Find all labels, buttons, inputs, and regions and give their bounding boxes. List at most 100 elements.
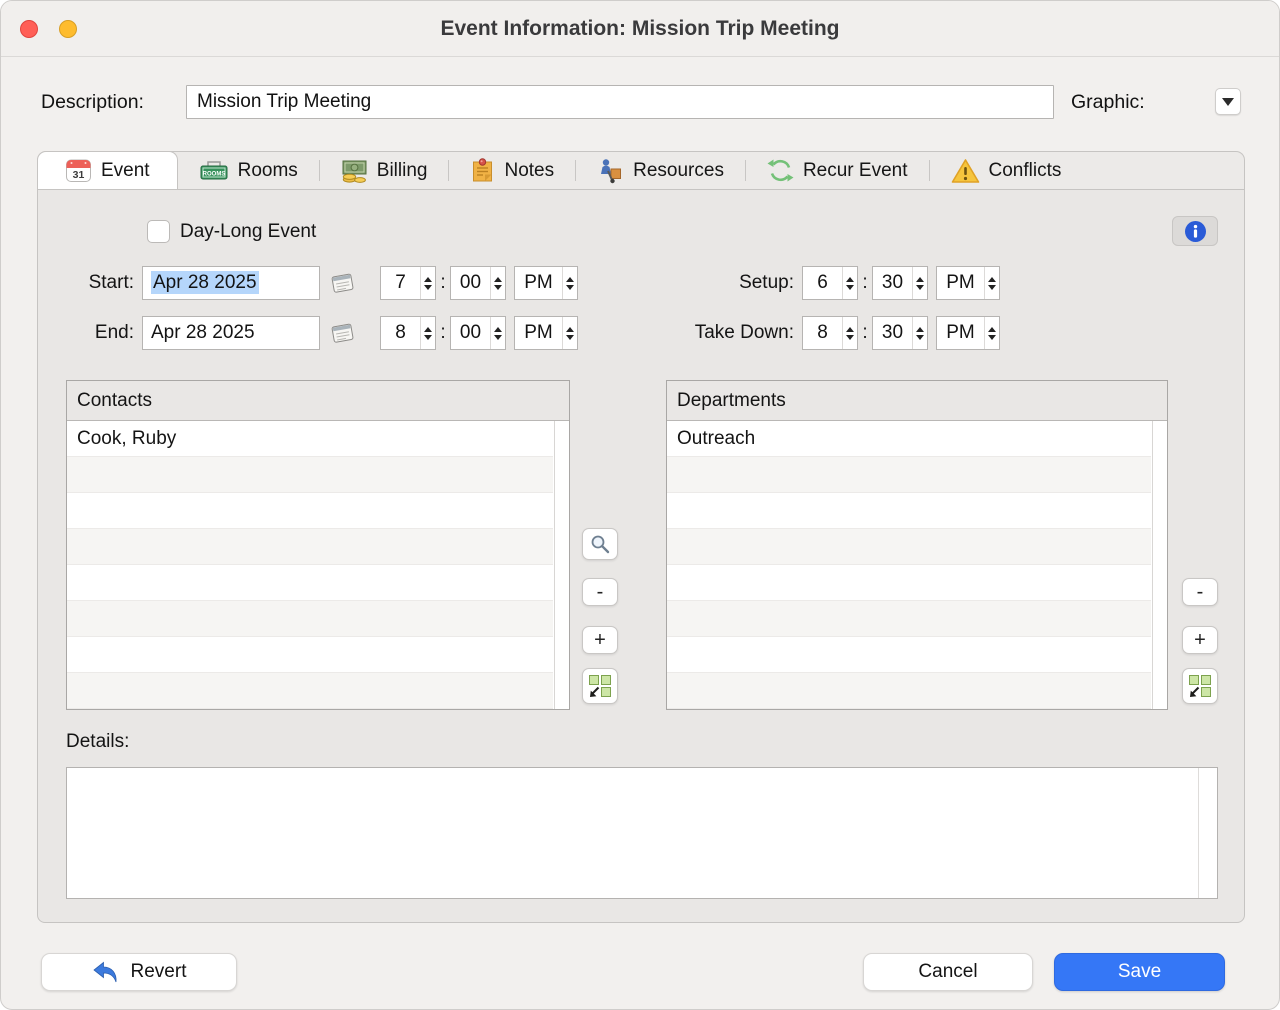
close-button[interactable]	[20, 20, 38, 38]
setup-meridiem-value: PM	[937, 267, 984, 299]
svg-text:ROOMS: ROOMS	[202, 172, 225, 178]
start-date-value: Apr 28 2025	[151, 271, 259, 294]
list-row-empty	[667, 493, 1151, 529]
info-button[interactable]	[1172, 216, 1218, 246]
departments-scrollbar[interactable]	[1152, 421, 1167, 709]
calendar-icon: 31	[65, 157, 92, 184]
description-input[interactable]	[186, 85, 1054, 119]
undo-arrow-icon	[92, 961, 119, 983]
contacts-add-button[interactable]: +	[582, 626, 618, 654]
contacts-list: Contacts Cook, Ruby	[66, 380, 570, 710]
stepper-up-icon	[988, 277, 996, 282]
start-minute-field[interactable]: 00	[450, 266, 506, 300]
departments-header: Departments	[667, 381, 1167, 421]
take-down-hour-stepper[interactable]	[842, 317, 857, 349]
tab-label: Conflicts	[989, 160, 1062, 182]
take-down-meridiem-stepper[interactable]	[984, 317, 999, 349]
end-hour-stepper[interactable]	[420, 317, 435, 349]
take-down-meridiem-value: PM	[937, 317, 984, 349]
stepper-up-icon	[846, 277, 854, 282]
tab-billing[interactable]: Billing	[320, 152, 449, 189]
end-date-value: Apr 28 2025	[151, 322, 255, 343]
end-date-field[interactable]: Apr 28 2025	[142, 316, 320, 350]
end-meridiem-value: PM	[515, 317, 562, 349]
contacts-group-button[interactable]	[582, 668, 618, 704]
contacts-scrollbar[interactable]	[554, 421, 569, 709]
details-scrollbar-divider	[1198, 768, 1199, 898]
start-meridiem-field[interactable]: PM	[514, 266, 578, 300]
stepper-down-icon	[916, 335, 924, 340]
start-date-field[interactable]: Apr 28 2025	[142, 266, 320, 300]
group-squares-icon	[1188, 674, 1213, 699]
end-minute-stepper[interactable]	[490, 317, 505, 349]
departments-group-button[interactable]	[1182, 668, 1218, 704]
list-row-empty	[667, 529, 1151, 565]
stepper-up-icon	[916, 327, 924, 332]
minimize-button[interactable]	[59, 20, 77, 38]
details-textarea[interactable]	[67, 768, 1217, 898]
tab-recur-event[interactable]: Recur Event	[746, 152, 929, 189]
setup-hour-stepper[interactable]	[842, 267, 857, 299]
start-hour-stepper[interactable]	[420, 267, 435, 299]
start-meridiem-stepper[interactable]	[562, 267, 577, 299]
time-separator: :	[437, 316, 449, 350]
stepper-down-icon	[846, 285, 854, 290]
take-down-hour-field[interactable]: 8	[802, 316, 858, 350]
contacts-search-button[interactable]	[582, 528, 618, 560]
list-row-empty	[67, 601, 553, 637]
take-down-minute-stepper[interactable]	[912, 317, 927, 349]
end-hour-field[interactable]: 8	[380, 316, 436, 350]
setup-minute-stepper[interactable]	[912, 267, 927, 299]
time-separator: :	[437, 266, 449, 300]
event-tab-panel: Day-Long Event Start: End: Setup: Take D…	[37, 189, 1245, 923]
list-item[interactable]: Cook, Ruby	[67, 421, 553, 457]
departments-add-button[interactable]: +	[1182, 626, 1218, 654]
end-minute-field[interactable]: 00	[450, 316, 506, 350]
list-row-empty	[667, 565, 1151, 601]
setup-meridiem-stepper[interactable]	[984, 267, 999, 299]
stepper-up-icon	[424, 327, 432, 332]
tab-bar: 31 Event ROOMS Rooms Billing Notes	[37, 151, 1245, 189]
info-icon	[1184, 220, 1207, 243]
stepper-up-icon	[494, 327, 502, 332]
departments-remove-button[interactable]: -	[1182, 578, 1218, 606]
list-item[interactable]: Outreach	[667, 421, 1151, 457]
tab-label: Notes	[504, 160, 554, 182]
take-down-label: Take Down:	[628, 316, 794, 350]
contacts-remove-button[interactable]: -	[582, 578, 618, 606]
save-button[interactable]: Save	[1054, 953, 1225, 991]
stepper-down-icon	[988, 285, 996, 290]
start-date-picker-button[interactable]	[326, 270, 358, 296]
cancel-button[interactable]: Cancel	[863, 953, 1033, 991]
end-meridiem-stepper[interactable]	[562, 317, 577, 349]
setup-hour-field[interactable]: 6	[802, 266, 858, 300]
setup-meridiem-field[interactable]: PM	[936, 266, 1000, 300]
stepper-down-icon	[494, 285, 502, 290]
tab-notes[interactable]: Notes	[449, 152, 575, 189]
tab-event[interactable]: 31 Event	[37, 151, 178, 189]
stepper-up-icon	[988, 327, 996, 332]
end-date-picker-button[interactable]	[326, 320, 358, 346]
take-down-minute-field[interactable]: 30	[872, 316, 928, 350]
end-meridiem-field[interactable]: PM	[514, 316, 578, 350]
group-squares-icon	[588, 674, 613, 699]
tab-resources[interactable]: Resources	[576, 152, 745, 189]
list-row-empty	[67, 457, 553, 493]
list-row-empty	[67, 673, 553, 709]
day-long-event-checkbox[interactable]	[147, 220, 170, 243]
start-minute-stepper[interactable]	[490, 267, 505, 299]
setup-minute-value: 30	[873, 267, 912, 299]
graphic-dropdown-button[interactable]	[1215, 88, 1241, 115]
take-down-meridiem-field[interactable]: PM	[936, 316, 1000, 350]
day-long-event-label[interactable]: Day-Long Event	[180, 219, 316, 244]
tab-rooms[interactable]: ROOMS Rooms	[178, 152, 319, 189]
stepper-down-icon	[566, 335, 574, 340]
revert-button[interactable]: Revert	[41, 953, 237, 991]
start-hour-value: 7	[381, 267, 420, 299]
setup-minute-field[interactable]: 30	[872, 266, 928, 300]
tab-conflicts[interactable]: Conflicts	[930, 152, 1083, 189]
list-row-empty	[667, 601, 1151, 637]
list-row-empty	[67, 637, 553, 673]
start-hour-field[interactable]: 7	[380, 266, 436, 300]
revert-label: Revert	[131, 961, 187, 983]
